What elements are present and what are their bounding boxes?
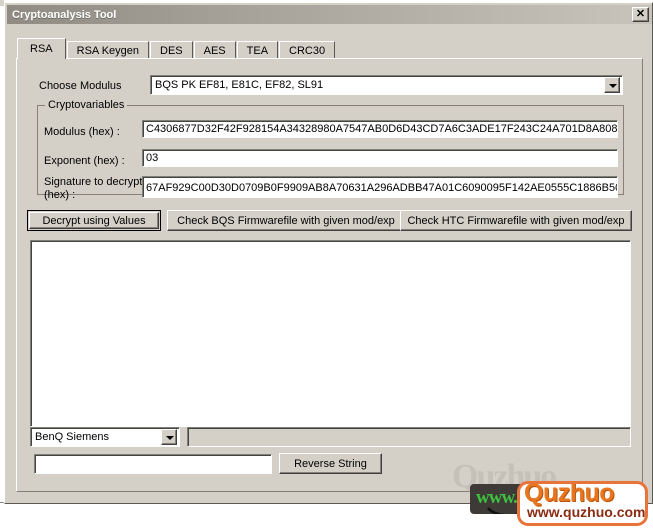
app-root: Cryptoanalysis Tool ✕ RSA RSA Keygen DES… bbox=[0, 0, 653, 530]
tab-bar: RSA RSA Keygen DES AES TEA CRC30 bbox=[17, 38, 336, 59]
check-bqs-firmware-button[interactable]: Check BQS Firmwarefile with given mod/ex… bbox=[167, 210, 405, 231]
decrypt-using-values-label: Decrypt using Values bbox=[42, 214, 146, 227]
choose-modulus-label: Choose Modulus bbox=[39, 80, 122, 92]
vendor-combobox[interactable]: BenQ Siemens bbox=[30, 427, 180, 447]
tab-des[interactable]: DES bbox=[150, 41, 193, 59]
decrypt-using-values-button[interactable]: Decrypt using Values bbox=[27, 210, 161, 231]
title-bar: Cryptoanalysis Tool ✕ bbox=[7, 5, 652, 24]
reverse-string-label: Reverse String bbox=[294, 457, 367, 470]
exponent-hex-input[interactable]: 03 bbox=[142, 149, 618, 167]
modulus-preset-value: BQS PK EF81, E81C, EF82, SL91 bbox=[155, 79, 324, 91]
tab-rsa-keygen[interactable]: RSA Keygen bbox=[66, 41, 149, 59]
reverse-string-button[interactable]: Reverse String bbox=[279, 453, 382, 474]
result-output-textarea[interactable] bbox=[30, 240, 631, 427]
signature-hex-label-line2: (hex) : bbox=[44, 189, 76, 201]
exponent-hex-label: Exponent (hex) : bbox=[44, 155, 125, 167]
modulus-hex-input[interactable]: C4306877D32F42F928154A34328980A7547AB0D6… bbox=[142, 120, 618, 138]
chevron-down-icon-vendor[interactable] bbox=[161, 429, 177, 445]
main-window: Cryptoanalysis Tool ✕ RSA RSA Keygen DES… bbox=[4, 2, 653, 504]
cryptovariables-title: Cryptovariables bbox=[45, 99, 128, 111]
tab-page-rsa: Choose Modulus BQS PK EF81, E81C, EF82, … bbox=[16, 58, 643, 492]
signature-hex-label-line1: Signature to decrypt bbox=[44, 176, 143, 188]
modulus-hex-label: Modulus (hex) : bbox=[44, 126, 120, 138]
tab-crc30[interactable]: CRC30 bbox=[279, 41, 336, 59]
check-bqs-firmware-label: Check BQS Firmwarefile with given mod/ex… bbox=[177, 214, 395, 227]
tab-tea[interactable]: TEA bbox=[236, 41, 279, 59]
check-htc-firmware-button[interactable]: Check HTC Firmwarefile with given mod/ex… bbox=[400, 210, 632, 231]
modulus-preset-combobox[interactable]: BQS PK EF81, E81C, EF82, SL91 bbox=[150, 75, 623, 95]
window-title: Cryptoanalysis Tool bbox=[12, 8, 117, 21]
tab-aes[interactable]: AES bbox=[193, 41, 236, 59]
reverse-string-input[interactable] bbox=[34, 454, 272, 474]
close-icon[interactable]: ✕ bbox=[632, 7, 649, 22]
check-htc-firmware-label: Check HTC Firmwarefile with given mod/ex… bbox=[407, 214, 625, 227]
status-display-field bbox=[187, 427, 631, 447]
watermark-logo-url: www.quzhuo.com bbox=[527, 504, 646, 520]
vendor-combobox-value: BenQ Siemens bbox=[35, 431, 109, 443]
tab-rsa[interactable]: RSA bbox=[17, 38, 66, 59]
signature-hex-input[interactable]: 67AF929C00D30D0709B0F9909AB8A70631A296AD… bbox=[142, 176, 618, 198]
watermark-logo: Quzhuo www.quzhuo.com bbox=[517, 481, 648, 526]
chevron-down-icon[interactable] bbox=[604, 77, 620, 93]
